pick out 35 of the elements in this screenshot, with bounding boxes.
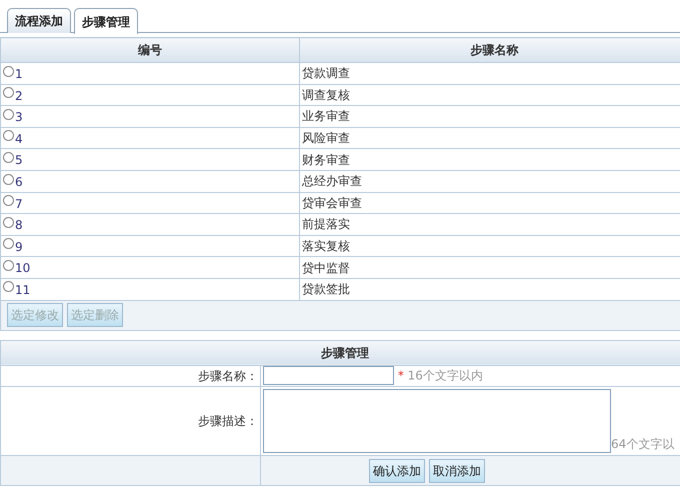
radio-button[interactable] — [3, 130, 14, 142]
input-field[interactable] — [263, 366, 394, 386]
step-number: 4 — [15, 130, 23, 148]
column-header: 步骤名称 — [300, 38, 680, 62]
radio-button[interactable] — [3, 216, 14, 228]
step-number: 6 — [15, 174, 23, 192]
field-label: 步骤名称： — [0, 365, 260, 387]
form-button[interactable]: 取消添加 — [429, 458, 485, 483]
step-number: 9 — [15, 238, 23, 256]
tab[interactable]: 流程添加 — [7, 8, 71, 33]
step-number: 2 — [15, 88, 23, 105]
step-number: 5 — [15, 152, 23, 170]
radio-button[interactable] — [3, 238, 14, 250]
textarea-field[interactable] — [263, 389, 611, 454]
radio-button[interactable] — [3, 66, 14, 77]
radio-button[interactable] — [3, 260, 14, 271]
radio-button[interactable] — [3, 174, 14, 185]
radio-button[interactable] — [3, 108, 14, 120]
step-number: 8 — [15, 217, 23, 234]
required-mark: * — [398, 368, 404, 383]
step-number: 10 — [15, 260, 30, 278]
form-button[interactable]: 确认添加 — [369, 458, 425, 483]
radio-button[interactable] — [3, 281, 14, 292]
step-number: 3 — [15, 109, 23, 126]
hint-text: 64个文字以 — [611, 437, 674, 452]
step-number: 7 — [15, 196, 23, 213]
radio-button[interactable] — [3, 152, 14, 163]
form-title: 步骤管理 — [0, 340, 680, 366]
radio-button[interactable] — [3, 195, 14, 206]
step-number: 11 — [15, 282, 30, 299]
tab[interactable]: 步骤管理 — [74, 8, 138, 34]
column-header: 编号 — [0, 38, 300, 62]
radio-button[interactable] — [3, 87, 14, 98]
hint-text: 16个文字以内 — [408, 368, 483, 383]
step-number: 1 — [15, 66, 23, 84]
